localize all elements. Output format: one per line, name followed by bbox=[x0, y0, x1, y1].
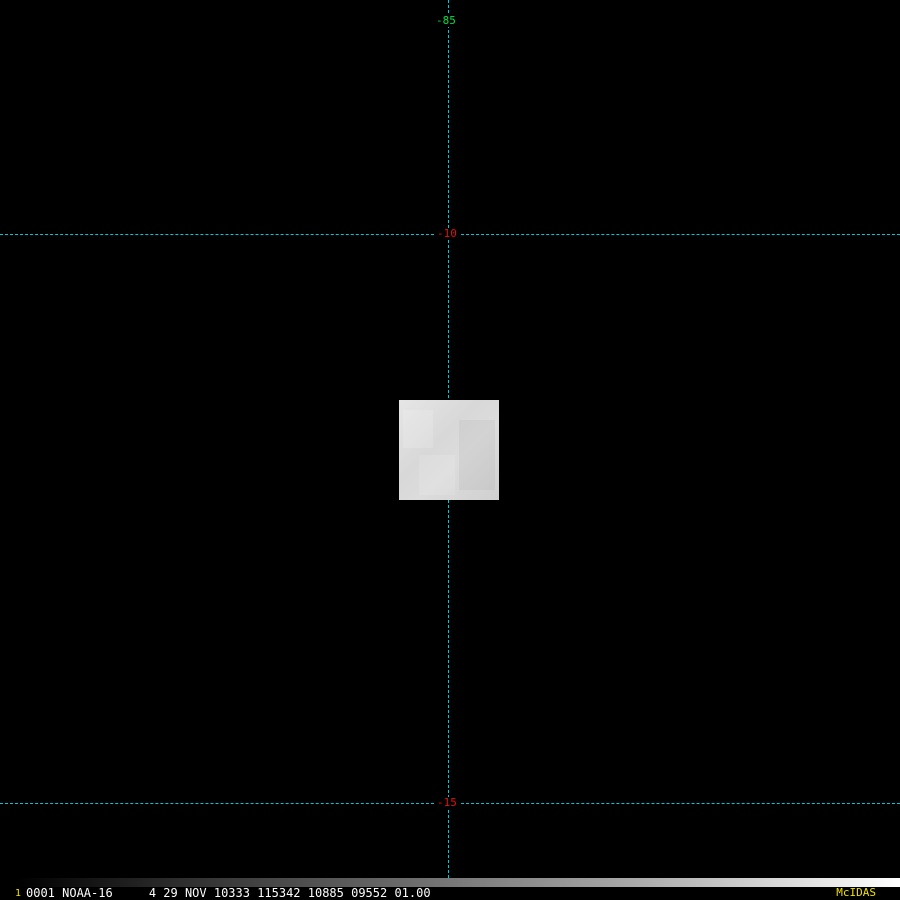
satellite-image-viewport: -85 -10 -15 bbox=[0, 0, 900, 900]
latitude-label-south: -15 bbox=[435, 796, 459, 809]
longitude-label: -85 bbox=[434, 14, 458, 27]
mcidas-brand-label: McIDAS bbox=[836, 886, 876, 899]
frame-number: 1 bbox=[15, 888, 22, 899]
status-bar: 1 0001 NOAA-16 4 29 NOV 10333 115342 108… bbox=[0, 878, 900, 900]
latitude-label-north: -10 bbox=[435, 227, 459, 240]
satellite-image-patch bbox=[399, 400, 499, 500]
image-info-text: 0001 NOAA-16 4 29 NOV 10333 115342 10885… bbox=[26, 886, 431, 900]
